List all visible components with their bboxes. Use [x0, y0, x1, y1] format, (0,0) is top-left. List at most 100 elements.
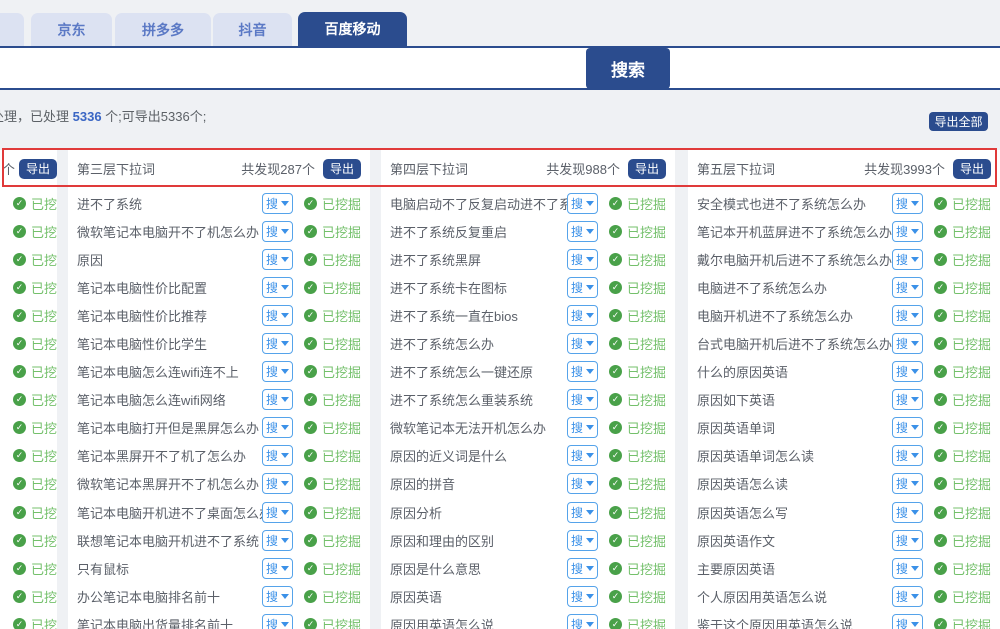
search-dropdown-button[interactable]: 搜	[261, 361, 293, 383]
search-dropdown-button[interactable]: 搜	[566, 192, 598, 214]
check-icon: ✓	[303, 280, 317, 294]
search-dropdown-button[interactable]: 搜	[566, 529, 598, 551]
tab-pinduoduo[interactable]: 拼多多	[115, 13, 211, 46]
export-all-button[interactable]: 导出全部	[929, 112, 988, 131]
mined-status: ✓ 已挖掘	[933, 474, 991, 493]
search-dropdown-button[interactable]: 搜	[566, 585, 598, 607]
search-button[interactable]: 搜索	[586, 48, 670, 89]
search-dropdown-button[interactable]: 搜	[261, 557, 293, 579]
export-column-button[interactable]: 导出	[19, 158, 57, 179]
search-dropdown-button[interactable]: 搜	[566, 613, 598, 629]
check-icon: ✓	[608, 252, 622, 266]
search-dropdown-label: 搜	[895, 393, 908, 408]
search-dropdown-button[interactable]: 搜	[261, 473, 293, 495]
search-dropdown-button[interactable]: 搜	[891, 445, 923, 467]
mined-status: ✓ 已挖掘	[608, 362, 666, 381]
check-icon: ✓	[608, 617, 622, 629]
search-dropdown-button[interactable]: 搜	[261, 501, 293, 523]
search-dropdown-button[interactable]: 搜	[566, 417, 598, 439]
search-dropdown-button[interactable]: 搜	[891, 613, 923, 629]
check-icon: ✓	[608, 393, 622, 407]
search-dropdown-label: 搜	[265, 617, 278, 629]
keyword-text: 台式电脑开机后进不了系统怎么办	[697, 337, 892, 353]
export-column-button[interactable]: 导出	[627, 158, 666, 179]
search-dropdown-button[interactable]: 搜	[566, 361, 598, 383]
search-dropdown-button[interactable]: 搜	[261, 276, 293, 298]
search-dropdown-button[interactable]: 搜	[891, 333, 923, 355]
search-dropdown-label: 搜	[265, 533, 278, 548]
caret-down-icon	[910, 425, 919, 431]
search-dropdown-label: 搜	[265, 196, 278, 211]
search-dropdown-label: 搜	[895, 365, 908, 380]
search-dropdown-button[interactable]: 搜	[891, 557, 923, 579]
search-dropdown-button[interactable]: 搜	[566, 445, 598, 467]
check-icon: ✓	[933, 617, 947, 629]
tab-jingdong[interactable]: 京东	[31, 13, 112, 46]
search-dropdown-button[interactable]: 搜	[261, 445, 293, 467]
search-dropdown-button[interactable]: 搜	[261, 304, 293, 326]
keyword-text: 原因英语单词	[697, 421, 776, 437]
export-column-button[interactable]: 导出	[952, 158, 991, 179]
search-dropdown-button[interactable]: 搜	[891, 585, 923, 607]
caret-down-icon	[280, 425, 289, 431]
search-dropdown-button[interactable]: 搜	[566, 248, 598, 270]
keyword-text: 原因用英语怎么说	[390, 617, 495, 629]
keyword-text: 笔记本电脑怎么连wifi网络	[77, 393, 226, 409]
search-dropdown-button[interactable]: 搜	[566, 473, 598, 495]
caret-down-icon	[910, 537, 919, 543]
tab-baidu-mobile[interactable]: 百度移动	[298, 12, 407, 46]
mined-status: ✓ 已挖掘	[608, 559, 666, 578]
search-dropdown-button[interactable]: 搜	[261, 529, 293, 551]
export-column-button[interactable]: 导出	[322, 158, 361, 179]
search-dropdown-button[interactable]: 搜	[261, 248, 293, 270]
search-dropdown-button[interactable]: 搜	[891, 501, 923, 523]
search-dropdown-label: 搜	[265, 561, 278, 576]
table-row: 笔记本电脑出货量排名前十 搜 ✓ 已挖掘	[68, 610, 370, 629]
mined-status: ✓ 已挖掘	[13, 587, 57, 606]
search-dropdown-label: 搜	[895, 505, 908, 520]
tab-partial[interactable]	[0, 13, 24, 46]
tab-douyin[interactable]: 抖音	[213, 13, 292, 46]
column-layer5: 第五层下拉词 共发现3993个 导出 安全模式也进不了系统怎么办搜 ✓ 已挖掘 笔记本…	[688, 150, 1000, 629]
search-dropdown-button[interactable]: 搜	[261, 417, 293, 439]
search-dropdown-button[interactable]: 搜	[891, 248, 923, 270]
search-dropdown-button[interactable]: 搜	[891, 473, 923, 495]
keyword-text: 联想笔记本电脑开机进不了系统	[77, 533, 260, 549]
search-dropdown-button[interactable]: 搜	[261, 333, 293, 355]
search-dropdown-button[interactable]: 搜	[891, 304, 923, 326]
table-row: ✓ 已挖掘	[0, 189, 57, 217]
search-dropdown-button[interactable]: 搜	[566, 304, 598, 326]
table-row: 原因 搜 ✓ 已挖掘	[68, 245, 370, 273]
search-dropdown-button[interactable]: 搜	[891, 192, 923, 214]
search-dropdown-button[interactable]: 搜	[261, 220, 293, 242]
caret-down-icon	[910, 284, 919, 290]
search-input[interactable]	[0, 48, 584, 88]
search-dropdown-button[interactable]: 搜	[891, 361, 923, 383]
check-icon: ✓	[13, 589, 26, 603]
search-dropdown-label: 搜	[895, 449, 908, 464]
caret-down-icon	[280, 621, 289, 627]
search-dropdown-button[interactable]: 搜	[566, 333, 598, 355]
search-dropdown-button[interactable]: 搜	[261, 389, 293, 411]
search-dropdown-button[interactable]: 搜	[261, 585, 293, 607]
caret-down-icon	[585, 565, 594, 571]
search-dropdown-button[interactable]: 搜	[566, 220, 598, 242]
search-dropdown-button[interactable]: 搜	[891, 220, 923, 242]
check-icon: ✓	[608, 533, 622, 547]
mined-status: ✓ 已挖掘	[13, 615, 57, 629]
search-dropdown-label: 搜	[895, 421, 908, 436]
mined-status: ✓ 已挖掘	[608, 278, 666, 297]
check-icon: ✓	[933, 280, 947, 294]
search-dropdown-button[interactable]: 搜	[261, 192, 293, 214]
mined-status: ✓ 已挖掘	[608, 194, 666, 213]
search-dropdown-button[interactable]: 搜	[891, 276, 923, 298]
table-row: 笔记本开机蓝屏进不了系统怎么办搜 ✓ 已挖掘	[688, 217, 1000, 245]
search-dropdown-button[interactable]: 搜	[891, 389, 923, 411]
search-dropdown-button[interactable]: 搜	[891, 417, 923, 439]
search-dropdown-button[interactable]: 搜	[566, 389, 598, 411]
search-dropdown-button[interactable]: 搜	[566, 276, 598, 298]
search-dropdown-button[interactable]: 搜	[566, 501, 598, 523]
search-dropdown-button[interactable]: 搜	[566, 557, 598, 579]
search-dropdown-button[interactable]: 搜	[261, 613, 293, 629]
search-dropdown-button[interactable]: 搜	[891, 529, 923, 551]
